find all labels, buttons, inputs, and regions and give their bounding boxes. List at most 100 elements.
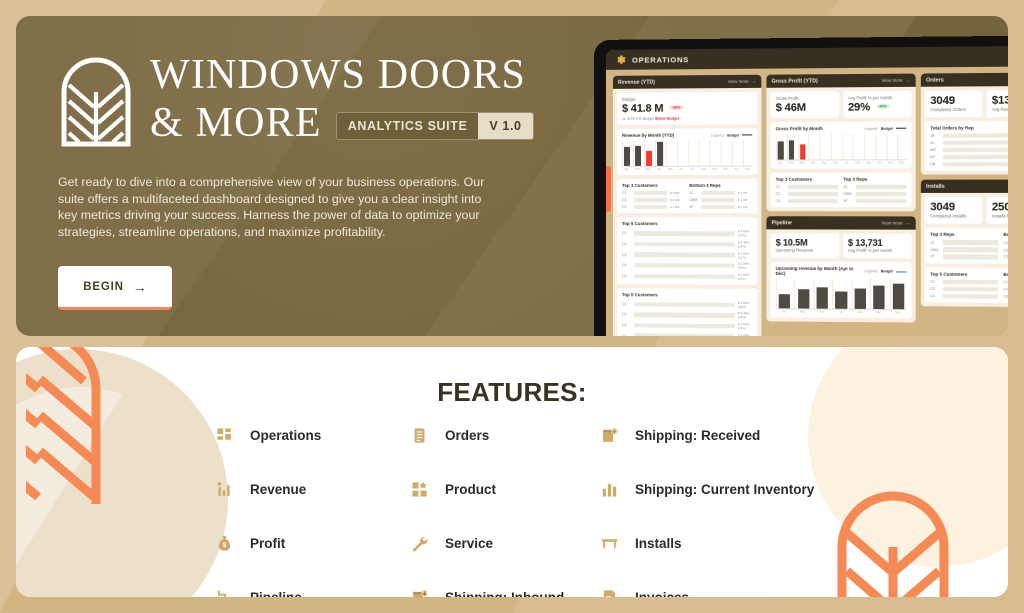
- panel-installs-reps: Top 3 Reps JC CRM JP Bottom C1 C2 C3: [925, 227, 1008, 264]
- feature-item-product[interactable]: Product: [411, 481, 601, 498]
- box-check-icon: [601, 427, 618, 444]
- suite-badge-version: V 1.0: [478, 113, 533, 139]
- card-pipeline[interactable]: Pipeline View more → $ 10.5M Upcoming Re…: [766, 216, 916, 323]
- dashboard-column-right: Orders 3049 Completed Orders $13,731 Avg…: [920, 72, 1008, 336]
- hbar-bottom3-reps: JC $ 1.7M CRM $ 1.4M JP $ 1.1M: [689, 190, 748, 210]
- panel-title: Top 3 Customers: [621, 182, 658, 188]
- features-panel: FEATURES: Operations Orders Shipping: Re: [16, 347, 1008, 597]
- presentation-slide: WINDOWS DOORS & MORE ANALYTICS SUITE V 1…: [0, 0, 1024, 613]
- begin-button[interactable]: BEGIN →: [58, 266, 172, 311]
- hero-content: WINDOWS DOORS & MORE ANALYTICS SUITE V 1…: [58, 50, 558, 311]
- feature-item-orders[interactable]: Orders: [411, 427, 601, 444]
- feature-item-shipping-inbound[interactable]: Shipping: Inbound: [411, 589, 601, 597]
- dashboard-title: OPERATIONS: [631, 54, 689, 65]
- view-more-label: View more: [727, 78, 749, 85]
- arch-chevron-logo-icon: [61, 57, 131, 147]
- panel-gross-profit-by-month: Gross Profit by Month Legends Budget Jan…: [770, 121, 912, 169]
- feature-item-shipping-inventory[interactable]: Shipping: Current Inventory: [601, 481, 814, 498]
- view-more-link[interactable]: View more →: [728, 79, 757, 84]
- legend-series: Budget: [727, 132, 739, 138]
- card-header: Revenue (YTD) View more →: [612, 74, 762, 89]
- dashboard-screen[interactable]: OPERATIONS Revenue (YTD) View more → Bud…: [605, 45, 1008, 336]
- kpi-label: Budget: [621, 96, 636, 102]
- kpi-budget: Budget $ 41.8 M -30% vs. $ 59.4 M Budget…: [616, 91, 758, 125]
- legend-label: Legends: [864, 126, 878, 131]
- feature-label: Shipping: Current Inventory: [635, 482, 815, 497]
- kpi-label: Avg Profit % per month: [847, 95, 893, 101]
- feature-label: Revenue: [250, 482, 307, 497]
- kpi-value: 3049: [930, 94, 955, 108]
- arrow-right-icon: →: [132, 278, 147, 295]
- feature-item-revenue[interactable]: Revenue: [216, 481, 411, 498]
- panel-customers-reps: Top 3 Customers C1 $ 3.5M C2 $ 2.6M C3 $ 1.…: [616, 178, 758, 214]
- kpi-number: 29%: [847, 101, 871, 114]
- brand-title-line2: & MORE: [150, 100, 322, 146]
- kpi-value: $ 46M: [775, 101, 806, 115]
- panel-title-right: Bottom: [1003, 271, 1008, 277]
- grid-squares-icon: [411, 481, 428, 498]
- brand-title-line1: WINDOWS DOORS: [150, 52, 527, 98]
- kpi-label: Avg Profit % per month: [847, 248, 893, 254]
- panel-title: Total Orders by Rep: [930, 125, 974, 131]
- feature-item-profit[interactable]: $ Profit: [216, 535, 411, 552]
- svg-text:$: $: [223, 542, 227, 549]
- chart-legend: Legends Budget: [864, 126, 907, 131]
- features-grid: Operations Orders Shipping: Received Rev…: [216, 427, 814, 597]
- money-bag-icon: $: [216, 535, 233, 552]
- panel-title-right: Bottom: [1003, 232, 1008, 238]
- panel-revenue-by-month: Revenue by Month (YTD) Legends Budget Ja…: [616, 128, 758, 175]
- panel-installs-customers: Top 5 Customers C1 C2 C3 Bottom C1 C2 C3: [925, 267, 1008, 304]
- card-gross-profit[interactable]: Gross Profit (YTD) View more → Gross Pro…: [766, 73, 916, 212]
- kpi-number: $ 41.8 M: [621, 102, 664, 115]
- card-orders[interactable]: Orders 3049 Completed Orders $13,731 Avg…: [920, 72, 1008, 175]
- feature-item-service[interactable]: Service: [411, 535, 601, 552]
- bar-chart-revenue: [621, 140, 753, 167]
- kpi-value: $ 13,731: [847, 238, 883, 249]
- panel-title: Top 3 Reps: [930, 232, 955, 238]
- feature-label: Invoices: [635, 590, 689, 597]
- suite-version-badge: ANALYTICS SUITE V 1.0: [335, 112, 534, 140]
- kpi-subtext: vs. $ 59.4 M Budget Below Budget: [622, 116, 752, 121]
- bar-chart-icon: [601, 481, 618, 498]
- hero-description: Get ready to dive into a comprehensive v…: [58, 175, 485, 239]
- kpi-delta-pill: 20%: [876, 104, 890, 109]
- panel-title: Top 5 Customers: [930, 271, 968, 277]
- kpi-upcoming-revenue: $ 10.5M Upcoming Revenue: [770, 233, 839, 259]
- gear-icon: [617, 55, 626, 64]
- feature-item-shipping-received[interactable]: Shipping: Received: [601, 427, 814, 444]
- begin-button-label: BEGIN: [83, 280, 124, 293]
- panel-title: Upcoming revenue by Month (Apr to Dec): [775, 266, 854, 277]
- bar-chart-gross-profit: [775, 133, 907, 161]
- bar-chart-icon: [216, 481, 233, 498]
- hero-panel: WINDOWS DOORS & MORE ANALYTICS SUITE V 1…: [16, 16, 1008, 336]
- kpi-completed-installs: 3049 Completed Installs: [925, 197, 983, 225]
- dashboard-grid-icon: [216, 427, 233, 444]
- card-installs[interactable]: Installs 3049 Completed Installs 250 Ins…: [920, 179, 1008, 308]
- kpi-compare: vs. $ 59.4 M Budget: [621, 116, 655, 121]
- panel-upcoming-revenue: Upcoming revenue by Month (Apr to Dec) L…: [770, 262, 912, 319]
- feature-label: Pipeline: [250, 590, 302, 597]
- kpi-label: Completed Orders: [930, 106, 966, 113]
- card-title: Pipeline: [771, 220, 792, 227]
- legend-line-icon: [895, 271, 907, 273]
- kpi-avg-rev-order: $13,731 Avg Rev per Order: [986, 90, 1008, 118]
- invoice-icon: [601, 589, 618, 597]
- card-revenue[interactable]: Revenue (YTD) View more → Budget $ 41.8 …: [612, 74, 762, 336]
- feature-item-installs[interactable]: Installs: [601, 535, 814, 552]
- card-title: Gross Profit (YTD): [771, 77, 818, 85]
- pipeline-arrow-icon: [216, 589, 233, 597]
- chart-legend: Legends Budget: [864, 269, 907, 274]
- legend-series: Budget: [880, 126, 893, 131]
- feature-item-pipeline[interactable]: Pipeline: [216, 589, 411, 597]
- legend-label: Legends: [864, 269, 878, 274]
- panel-title: Bottom 3 Reps: [689, 182, 721, 188]
- view-more-link[interactable]: View more →: [881, 221, 910, 226]
- side-tab-handle[interactable]: [605, 165, 611, 213]
- laptop-mockup: OPERATIONS Revenue (YTD) View more → Bud…: [594, 35, 1008, 336]
- feature-item-operations[interactable]: Operations: [216, 427, 411, 444]
- feature-item-invoices[interactable]: Invoices: [601, 589, 814, 597]
- kpi-installs-pending: 250 Installs Pending: [986, 197, 1008, 225]
- legend-label: Legends: [710, 132, 725, 138]
- view-more-link[interactable]: View more →: [881, 78, 910, 83]
- kpi-avg-profit-pct: Avg Profit % per month 29% 20%: [842, 90, 912, 118]
